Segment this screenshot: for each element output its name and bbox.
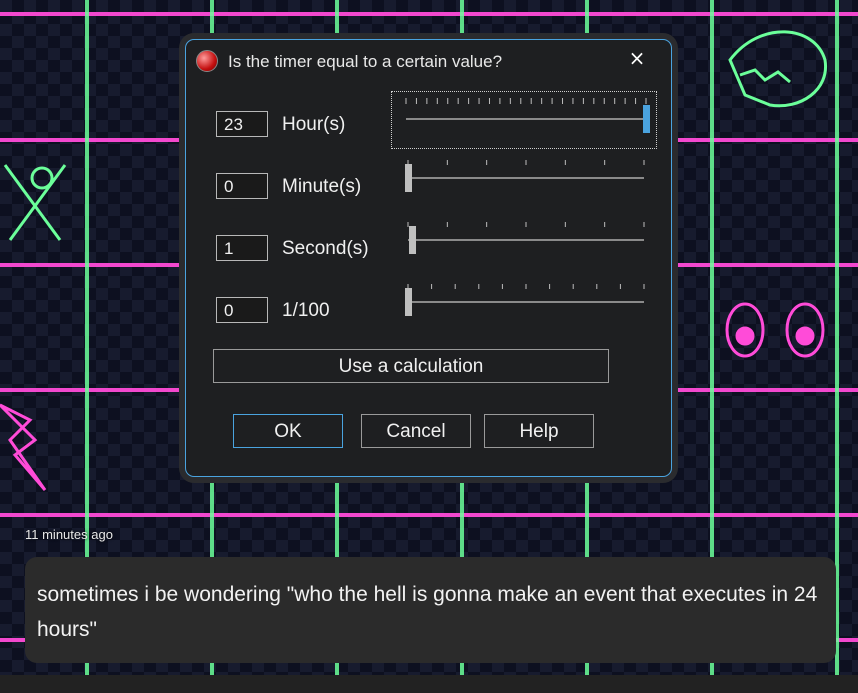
minutes-label: Minute(s) xyxy=(282,176,362,197)
slider-thumb xyxy=(643,105,650,133)
seconds-row: 1 Second(s) xyxy=(216,222,656,265)
hours-slider[interactable] xyxy=(391,91,657,149)
hours-label: Hour(s) xyxy=(282,114,346,135)
dialog-title: Is the timer equal to a certain value? xyxy=(228,52,503,71)
hundredths-label: 1/100 xyxy=(282,300,330,321)
chat-message-bubble: sometimes i be wondering "who the hell i… xyxy=(25,557,836,663)
minutes-input[interactable]: 0 xyxy=(216,173,268,199)
close-button[interactable]: × xyxy=(625,46,649,70)
bottom-bar xyxy=(0,675,858,693)
minutes-row: 0 Minute(s) xyxy=(216,160,656,203)
cancel-button[interactable]: Cancel xyxy=(361,414,471,448)
hundredths-slider[interactable] xyxy=(404,282,654,328)
slider-thumb xyxy=(405,288,412,316)
message-timestamp: 11 minutes ago xyxy=(25,527,113,542)
timer-dialog: Is the timer equal to a certain value? ×… xyxy=(185,39,672,477)
slider-thumb xyxy=(405,164,412,192)
ok-button[interactable]: OK xyxy=(233,414,343,448)
minutes-slider[interactable] xyxy=(404,158,654,204)
hundredths-input[interactable]: 0 xyxy=(216,297,268,323)
use-calculation-button[interactable]: Use a calculation xyxy=(213,349,609,383)
seconds-input[interactable]: 1 xyxy=(216,235,268,261)
hundredths-row: 0 1/100 xyxy=(216,284,656,327)
hours-input[interactable]: 23 xyxy=(216,111,268,137)
slider-thumb xyxy=(409,226,417,254)
seconds-slider[interactable] xyxy=(404,220,654,266)
help-button[interactable]: Help xyxy=(484,414,594,448)
app-gem-icon xyxy=(196,50,218,72)
seconds-label: Second(s) xyxy=(282,238,369,259)
hours-row: 23 Hour(s) xyxy=(216,91,657,149)
